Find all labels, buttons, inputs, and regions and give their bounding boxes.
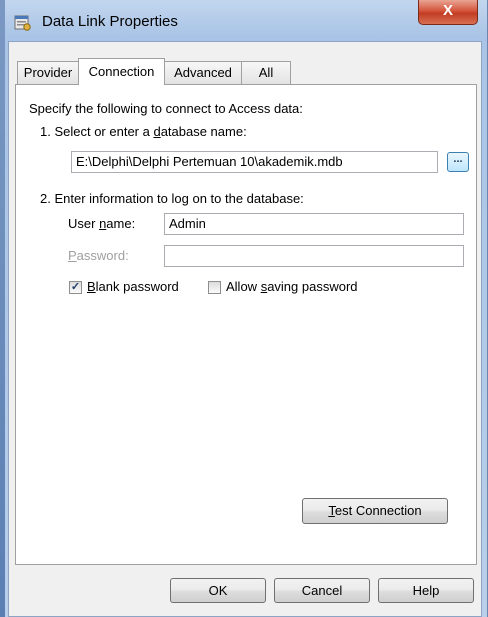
ellipsis-icon: ... — [453, 153, 463, 165]
data-link-icon — [14, 15, 31, 31]
password-label: Password: — [68, 248, 129, 263]
window-title: Data Link Properties — [42, 13, 178, 30]
username-field[interactable]: Admin — [164, 213, 464, 235]
tab-connection[interactable]: Connection — [78, 58, 165, 85]
blank-password-checkbox[interactable]: ✓ — [69, 281, 82, 294]
password-field[interactable] — [164, 245, 464, 267]
step1-label: 1. Select or enter a database name: — [40, 124, 247, 139]
dialog-window: Data Link Properties X Provider Connecti… — [0, 0, 488, 617]
blank-password-label[interactable]: Blank password — [87, 279, 179, 294]
dialog-client-area: Provider Connection Advanced All Specify… — [8, 41, 482, 617]
connection-tab-panel: Specify the following to connect to Acce… — [15, 84, 477, 565]
test-connection-button[interactable]: Test Connection — [302, 498, 448, 524]
tab-provider[interactable]: Provider — [17, 61, 79, 84]
tab-advanced[interactable]: Advanced — [164, 61, 242, 84]
username-label: User name: — [68, 216, 136, 231]
ok-button[interactable]: OK — [170, 578, 266, 603]
allow-saving-password-label[interactable]: Allow saving password — [226, 279, 358, 294]
browse-button[interactable]: ... — [447, 152, 469, 172]
allow-saving-password-checkbox[interactable] — [208, 281, 221, 294]
step2-label: 2. Enter information to log on to the da… — [40, 191, 304, 206]
title-bar[interactable]: Data Link Properties X — [0, 0, 487, 40]
checkmark-icon: ✓ — [70, 281, 81, 293]
close-button[interactable]: X — [418, 0, 478, 25]
close-icon: X — [442, 2, 453, 19]
database-name-field[interactable]: E:\Delphi\Delphi Pertemuan 10\akademik.m… — [71, 151, 438, 173]
window-frame-accent — [0, 0, 5, 617]
tab-strip: Provider Connection Advanced All — [17, 58, 477, 85]
intro-text: Specify the following to connect to Acce… — [29, 101, 303, 116]
tab-all[interactable]: All — [241, 61, 291, 84]
cancel-button[interactable]: Cancel — [274, 578, 370, 603]
help-button[interactable]: Help — [378, 578, 474, 603]
